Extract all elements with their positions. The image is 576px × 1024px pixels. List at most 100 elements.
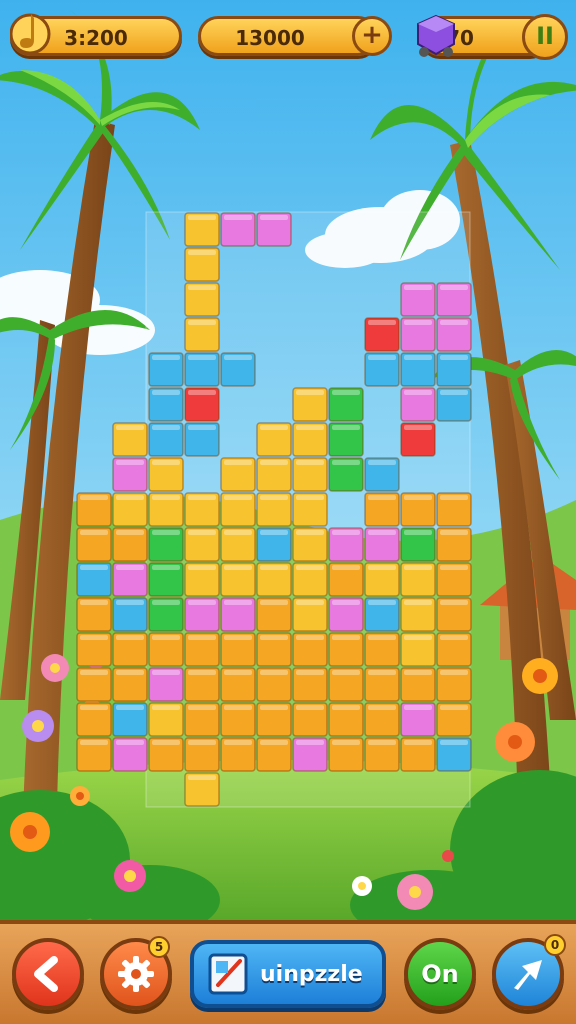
block-highlight [404,285,432,290]
pause-button[interactable]: II [522,14,568,60]
settings-badge: 5 [148,936,170,958]
block-highlight [188,635,216,640]
block-highlight [296,600,324,605]
block-highlight [296,670,324,675]
share-badge: 0 [544,934,566,956]
block-highlight [332,705,360,710]
block-highlight [80,705,108,710]
block-highlight [368,670,396,675]
block-highlight [80,530,108,535]
block-highlight [440,390,468,395]
block-highlight [188,320,216,325]
block-highlight [224,495,252,500]
block-highlight [260,705,288,710]
block-highlight [116,425,144,430]
on-button[interactable]: On [404,938,476,1010]
block-highlight [440,320,468,325]
block-highlight [404,600,432,605]
block-highlight [404,390,432,395]
puzzle-button[interactable]: uinpzzle [190,940,386,1008]
block-highlight [188,495,216,500]
music-note-icon [9,8,52,58]
block-highlight [152,495,180,500]
block-highlight [188,425,216,430]
block-highlight [152,530,180,535]
block-highlight [440,565,468,570]
block-highlight [368,460,396,465]
back-button[interactable] [12,938,84,1010]
block-highlight [80,670,108,675]
add-coins-button[interactable]: + [352,16,392,56]
block-highlight [404,495,432,500]
block-highlight [116,740,144,745]
block-highlight [224,705,252,710]
block-highlight [188,285,216,290]
block-highlight [188,215,216,220]
block-highlight [296,740,324,745]
block-highlight [260,740,288,745]
block-highlight [188,250,216,255]
block-highlight [224,460,252,465]
block-highlight [404,530,432,535]
block-highlight [368,530,396,535]
block-highlight [224,635,252,640]
block-highlight [116,670,144,675]
block-highlight [296,495,324,500]
block-highlight [152,565,180,570]
block-highlight [260,670,288,675]
block-highlight [332,600,360,605]
block-highlight [332,740,360,745]
block-highlight [188,740,216,745]
block-highlight [440,670,468,675]
block-highlight [368,600,396,605]
block-highlight [188,565,216,570]
block-highlight [296,390,324,395]
block-highlight [368,320,396,325]
block-highlight [440,495,468,500]
block-highlight [332,425,360,430]
game-scene [0,0,576,940]
block-highlight [224,530,252,535]
block-highlight [404,705,432,710]
block-highlight [332,390,360,395]
score-panel: 13000 [198,16,378,56]
block-highlight [404,355,432,360]
block-highlight [152,705,180,710]
block-highlight [260,425,288,430]
block-highlight [152,355,180,360]
block-highlight [116,495,144,500]
block-highlight [440,600,468,605]
block-highlight [260,215,288,220]
block-highlight [296,565,324,570]
block-highlight [152,670,180,675]
block-highlight [440,530,468,535]
block-highlight [116,460,144,465]
block-highlight [260,565,288,570]
block-highlight [152,635,180,640]
block-highlight [296,705,324,710]
block-highlight [224,355,252,360]
block-highlight [440,635,468,640]
block-highlight [188,600,216,605]
plane-arrow-icon [514,960,542,990]
puzzle-button-label: uinpzzle [260,962,363,987]
block-highlight [188,355,216,360]
block-highlight [224,215,252,220]
puzzle-card-icon [208,953,248,995]
block-highlight [152,425,180,430]
block-highlight [260,460,288,465]
on-button-label: On [421,960,459,988]
block-highlight [80,740,108,745]
block-highlight [332,565,360,570]
cube-icon [414,10,458,60]
block-highlight [116,530,144,535]
block-highlight [296,635,324,640]
block-highlight [260,495,288,500]
block-highlight [260,635,288,640]
block-highlight [188,705,216,710]
block-highlight [296,460,324,465]
block-highlight [332,460,360,465]
block-highlight [296,530,324,535]
block-highlight [332,670,360,675]
block-highlight [188,390,216,395]
